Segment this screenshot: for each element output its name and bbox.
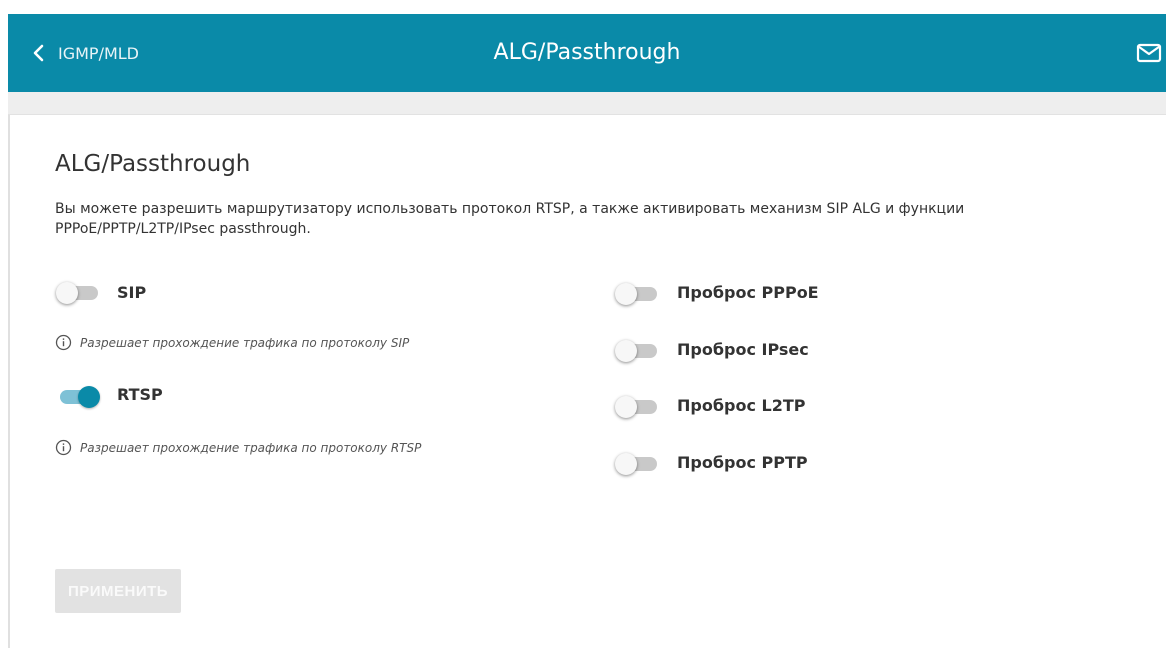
sip-hint: Разрешает прохождение трафика по протоко… xyxy=(55,334,409,351)
section-title: ALG/Passthrough xyxy=(55,151,251,177)
mail-icon[interactable] xyxy=(1136,42,1162,64)
header-band xyxy=(8,92,1166,115)
sip-toggle[interactable] xyxy=(56,279,100,305)
top-bar: IGMP/MLD ALG/Passthrough xyxy=(8,14,1166,92)
l2tp-toggle[interactable] xyxy=(615,393,659,419)
rtsp-hint: Разрешает прохождение трафика по протоко… xyxy=(55,439,421,456)
apply-button[interactable]: ПРИМЕНИТЬ xyxy=(55,569,181,613)
left-divider xyxy=(8,115,10,648)
pppoe-toggle[interactable] xyxy=(615,280,659,306)
sip-label: SIP xyxy=(117,283,147,302)
sip-hint-text: Разрешает прохождение трафика по протоко… xyxy=(80,335,410,350)
page-title: ALG/Passthrough xyxy=(493,40,681,65)
pptp-label: Проброс PPTP xyxy=(677,453,808,472)
ipsec-label: Проброс IPsec xyxy=(677,340,809,359)
l2tp-label: Проброс L2TP xyxy=(677,396,806,415)
section-description: Вы можете разрешить маршрутизатору испол… xyxy=(55,201,965,237)
pppoe-label: Проброс PPPoE xyxy=(677,283,819,302)
rtsp-label: RTSP xyxy=(117,385,163,404)
info-icon xyxy=(55,334,72,351)
ipsec-toggle[interactable] xyxy=(615,337,659,363)
rtsp-hint-text: Разрешает прохождение трафика по протоко… xyxy=(80,440,422,455)
rtsp-toggle[interactable] xyxy=(56,383,100,409)
pptp-toggle[interactable] xyxy=(615,450,659,476)
info-icon xyxy=(55,439,72,456)
